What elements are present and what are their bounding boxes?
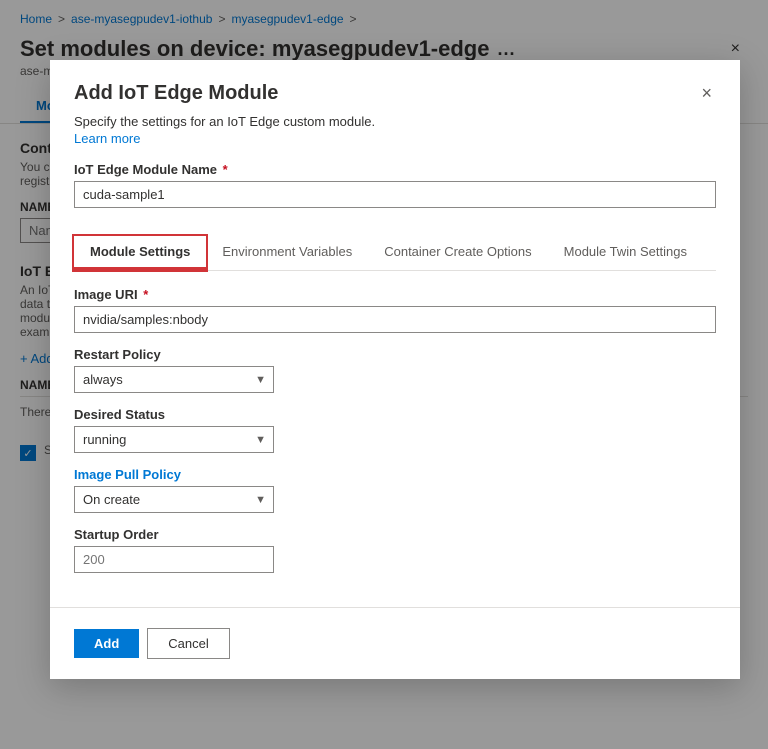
- restart-policy-select[interactable]: always on-failure on-unhealthy never: [74, 366, 274, 393]
- tab-container-create-options[interactable]: Container Create Options: [368, 236, 547, 270]
- required-indicator: *: [219, 162, 228, 177]
- add-iot-edge-module-modal: Add IoT Edge Module × Specify the settin…: [50, 60, 740, 679]
- modal-body: IoT Edge Module Name *: [50, 146, 740, 236]
- modal-close-button[interactable]: ×: [697, 80, 716, 106]
- image-pull-policy-field: Image Pull Policy On create Never ▼: [74, 467, 716, 513]
- learn-more-link[interactable]: Learn more: [74, 131, 140, 146]
- image-pull-policy-label: Image Pull Policy: [74, 467, 716, 482]
- modal-description: Specify the settings for an IoT Edge cus…: [50, 106, 740, 129]
- tab-module-settings[interactable]: Module Settings: [74, 236, 206, 270]
- modal-tab-content: Image URI * Restart Policy always on-fai…: [50, 271, 740, 587]
- restart-policy-field: Restart Policy always on-failure on-unhe…: [74, 347, 716, 393]
- image-pull-policy-select[interactable]: On create Never: [74, 486, 274, 513]
- image-pull-policy-select-wrapper: On create Never ▼: [74, 486, 274, 513]
- modal-tabs: Module Settings Environment Variables Co…: [74, 236, 716, 271]
- desired-status-label: Desired Status: [74, 407, 716, 422]
- desired-status-select-wrapper: running stopped ▼: [74, 426, 274, 453]
- desired-status-select[interactable]: running stopped: [74, 426, 274, 453]
- tab-module-twin-settings[interactable]: Module Twin Settings: [548, 236, 703, 270]
- image-uri-input[interactable]: [74, 306, 716, 333]
- module-name-label: IoT Edge Module Name *: [74, 162, 716, 177]
- cancel-button[interactable]: Cancel: [147, 628, 229, 659]
- restart-policy-label: Restart Policy: [74, 347, 716, 362]
- modal-learn-more: Learn more: [50, 129, 740, 146]
- module-name-field: IoT Edge Module Name *: [74, 162, 716, 222]
- startup-order-label: Startup Order: [74, 527, 716, 542]
- modal-footer: Add Cancel: [50, 607, 740, 679]
- modal-title: Add IoT Edge Module: [74, 82, 697, 105]
- restart-policy-select-wrapper: always on-failure on-unhealthy never ▼: [74, 366, 274, 393]
- module-name-input[interactable]: [74, 181, 716, 208]
- startup-order-field: Startup Order: [74, 527, 716, 573]
- startup-order-input[interactable]: [74, 546, 274, 573]
- image-uri-label: Image URI *: [74, 287, 716, 302]
- desired-status-field: Desired Status running stopped ▼: [74, 407, 716, 453]
- image-uri-field: Image URI *: [74, 287, 716, 333]
- tab-environment-variables[interactable]: Environment Variables: [206, 236, 368, 270]
- image-uri-required: *: [140, 287, 149, 302]
- modal-header: Add IoT Edge Module ×: [50, 60, 740, 106]
- add-button[interactable]: Add: [74, 629, 139, 658]
